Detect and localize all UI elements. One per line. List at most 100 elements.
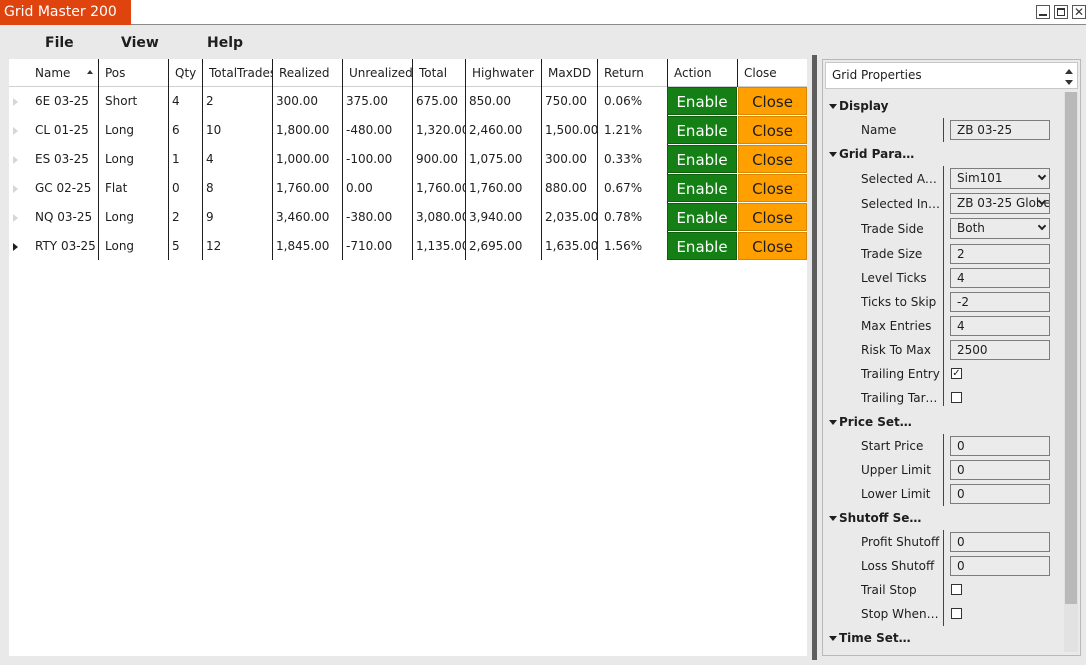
- enable-button[interactable]: Enable: [667, 203, 737, 231]
- level-ticks-field[interactable]: 4: [950, 268, 1050, 288]
- section-price-settings[interactable]: Price Settings: [829, 415, 917, 429]
- spinner-icon[interactable]: [1065, 67, 1073, 87]
- section-title: Price Settings: [839, 415, 917, 429]
- column-header-totaltrades[interactable]: TotalTrades: [203, 59, 272, 87]
- table-row[interactable]: GC 02-25 Flat 0 8 1,760.00 0.00 1,760.00…: [9, 174, 807, 203]
- cell-return: 1.56%: [604, 239, 643, 253]
- select-value: Sim101: [957, 171, 1003, 185]
- expand-triangle-icon: [829, 636, 837, 641]
- section-grid-parameters[interactable]: Grid Parameters: [829, 147, 921, 161]
- close-icon[interactable]: ✕: [1072, 5, 1086, 19]
- cell-unrealized: -380.00: [346, 210, 393, 224]
- profit-shutoff-field[interactable]: 0: [950, 532, 1050, 552]
- row-indicator-icon: [13, 127, 18, 135]
- cell-total-trades: 8: [206, 181, 214, 195]
- column-header-pos[interactable]: Pos: [99, 59, 169, 87]
- upper-limit-field[interactable]: 0: [950, 460, 1050, 480]
- cell-qty: 6: [172, 123, 180, 137]
- cell-unrealized: 375.00: [346, 94, 388, 108]
- enable-button[interactable]: Enable: [667, 232, 737, 260]
- row-indicator-icon: [13, 156, 18, 164]
- app-title: Grid Master 200: [0, 0, 131, 25]
- cell-pos: Long: [105, 210, 135, 224]
- name-field[interactable]: ZB 03-25: [950, 120, 1050, 140]
- section-time-settings[interactable]: Time Settings: [829, 631, 915, 645]
- property-divider: [943, 118, 944, 142]
- property-label-name: Name: [861, 123, 897, 137]
- menu-file[interactable]: File: [45, 35, 74, 51]
- column-divider[interactable]: [737, 59, 738, 87]
- trade-size-field[interactable]: 2: [950, 244, 1050, 264]
- cell-qty: 0: [172, 181, 180, 195]
- close-position-button[interactable]: Close: [738, 203, 807, 231]
- table-row[interactable]: ES 03-25 Long 1 4 1,000.00 -100.00 900.0…: [9, 145, 807, 174]
- cell-highwater: 1,075.00: [469, 152, 523, 166]
- close-position-button[interactable]: Close: [738, 116, 807, 144]
- close-position-button[interactable]: Close: [738, 87, 807, 115]
- cell-return: 0.33%: [604, 152, 643, 166]
- start-price-field[interactable]: 0: [950, 436, 1050, 456]
- selected-instrument-select[interactable]: ZB 03-25 Globex: [950, 193, 1050, 214]
- section-title: Grid Parameters: [839, 147, 921, 161]
- table-row[interactable]: CL 01-25 Long 6 10 1,800.00 -480.00 1,32…: [9, 116, 807, 145]
- cell-realized: 1,000.00: [276, 152, 330, 166]
- expand-triangle-icon: [829, 152, 837, 157]
- selected-account-select[interactable]: Sim101: [950, 168, 1050, 189]
- property-label-start-price: Start Price: [861, 439, 924, 453]
- cell-total-trades: 4: [206, 152, 214, 166]
- column-header-realized[interactable]: Realized: [273, 59, 343, 87]
- scrollbar-thumb[interactable]: [1065, 92, 1077, 604]
- column-header-close[interactable]: Close: [738, 59, 807, 87]
- row-indicator-icon: [13, 185, 18, 193]
- table-row[interactable]: RTY 03-25 Long 5 12 1,845.00 -710.00 1,1…: [9, 232, 807, 261]
- trailing-target-checkbox[interactable]: [951, 392, 962, 403]
- menu-view[interactable]: View: [121, 35, 159, 51]
- trade-side-select[interactable]: Both: [950, 218, 1050, 239]
- cell-name: ES 03-25: [35, 152, 89, 166]
- close-position-button[interactable]: Close: [738, 145, 807, 173]
- panel-splitter[interactable]: [812, 55, 817, 660]
- enable-button[interactable]: Enable: [667, 116, 737, 144]
- menu-help[interactable]: Help: [207, 35, 243, 51]
- column-header-total[interactable]: Total: [413, 59, 465, 87]
- column-header-action[interactable]: Action: [668, 59, 738, 87]
- stop-when-checkbox[interactable]: [951, 608, 962, 619]
- properties-scrollbar[interactable]: [1064, 92, 1078, 652]
- loss-shutoff-field[interactable]: 0: [950, 556, 1050, 576]
- property-label-selected-instrument: Selected Instrument: [861, 197, 941, 211]
- column-header-highwater[interactable]: Highwater: [466, 59, 542, 87]
- cell-maxdd: 2,035.00: [545, 210, 597, 224]
- minimize-icon[interactable]: [1036, 5, 1050, 19]
- ticks-to-skip-field[interactable]: -2: [950, 292, 1050, 312]
- trailing-entry-checkbox[interactable]: ✓: [951, 368, 962, 379]
- column-header-maxdd[interactable]: MaxDD: [542, 59, 598, 87]
- row-indicator-icon: [13, 98, 18, 106]
- close-position-button[interactable]: Close: [738, 174, 807, 202]
- lower-limit-field[interactable]: 0: [950, 484, 1050, 504]
- table-row[interactable]: 6E 03-25 Short 4 2 300.00 375.00 675.00 …: [9, 87, 807, 116]
- cell-total: 3,080.00: [416, 210, 465, 224]
- enable-button[interactable]: Enable: [667, 145, 737, 173]
- enable-button[interactable]: Enable: [667, 87, 737, 115]
- table-row[interactable]: NQ 03-25 Long 2 9 3,460.00 -380.00 3,080…: [9, 203, 807, 232]
- section-display[interactable]: Display: [829, 99, 888, 113]
- cell-qty: 5: [172, 239, 180, 253]
- properties-title: Grid Properties: [832, 68, 922, 82]
- cell-total: 675.00: [416, 94, 458, 108]
- maximize-icon[interactable]: [1054, 5, 1068, 19]
- close-position-button[interactable]: Close: [738, 232, 807, 260]
- row-indicator-icon: [13, 243, 18, 251]
- property-label-max-entries: Max Entries: [861, 319, 932, 333]
- property-label-ticks-to-skip: Ticks to Skip: [861, 295, 937, 309]
- cell-maxdd: 1,500.00: [545, 123, 597, 137]
- column-header-unrealized[interactable]: Unrealized: [343, 59, 413, 87]
- risk-to-max-field[interactable]: 2500: [950, 340, 1050, 360]
- cell-realized: 300.00: [276, 94, 318, 108]
- select-value: Both: [957, 221, 985, 235]
- column-header-qty[interactable]: Qty: [169, 59, 203, 87]
- column-header-return[interactable]: Return: [598, 59, 667, 87]
- enable-button[interactable]: Enable: [667, 174, 737, 202]
- max-entries-field[interactable]: 4: [950, 316, 1050, 336]
- trail-stop-checkbox[interactable]: [951, 584, 962, 595]
- section-shutoff-settings[interactable]: Shutoff Settings: [829, 511, 923, 525]
